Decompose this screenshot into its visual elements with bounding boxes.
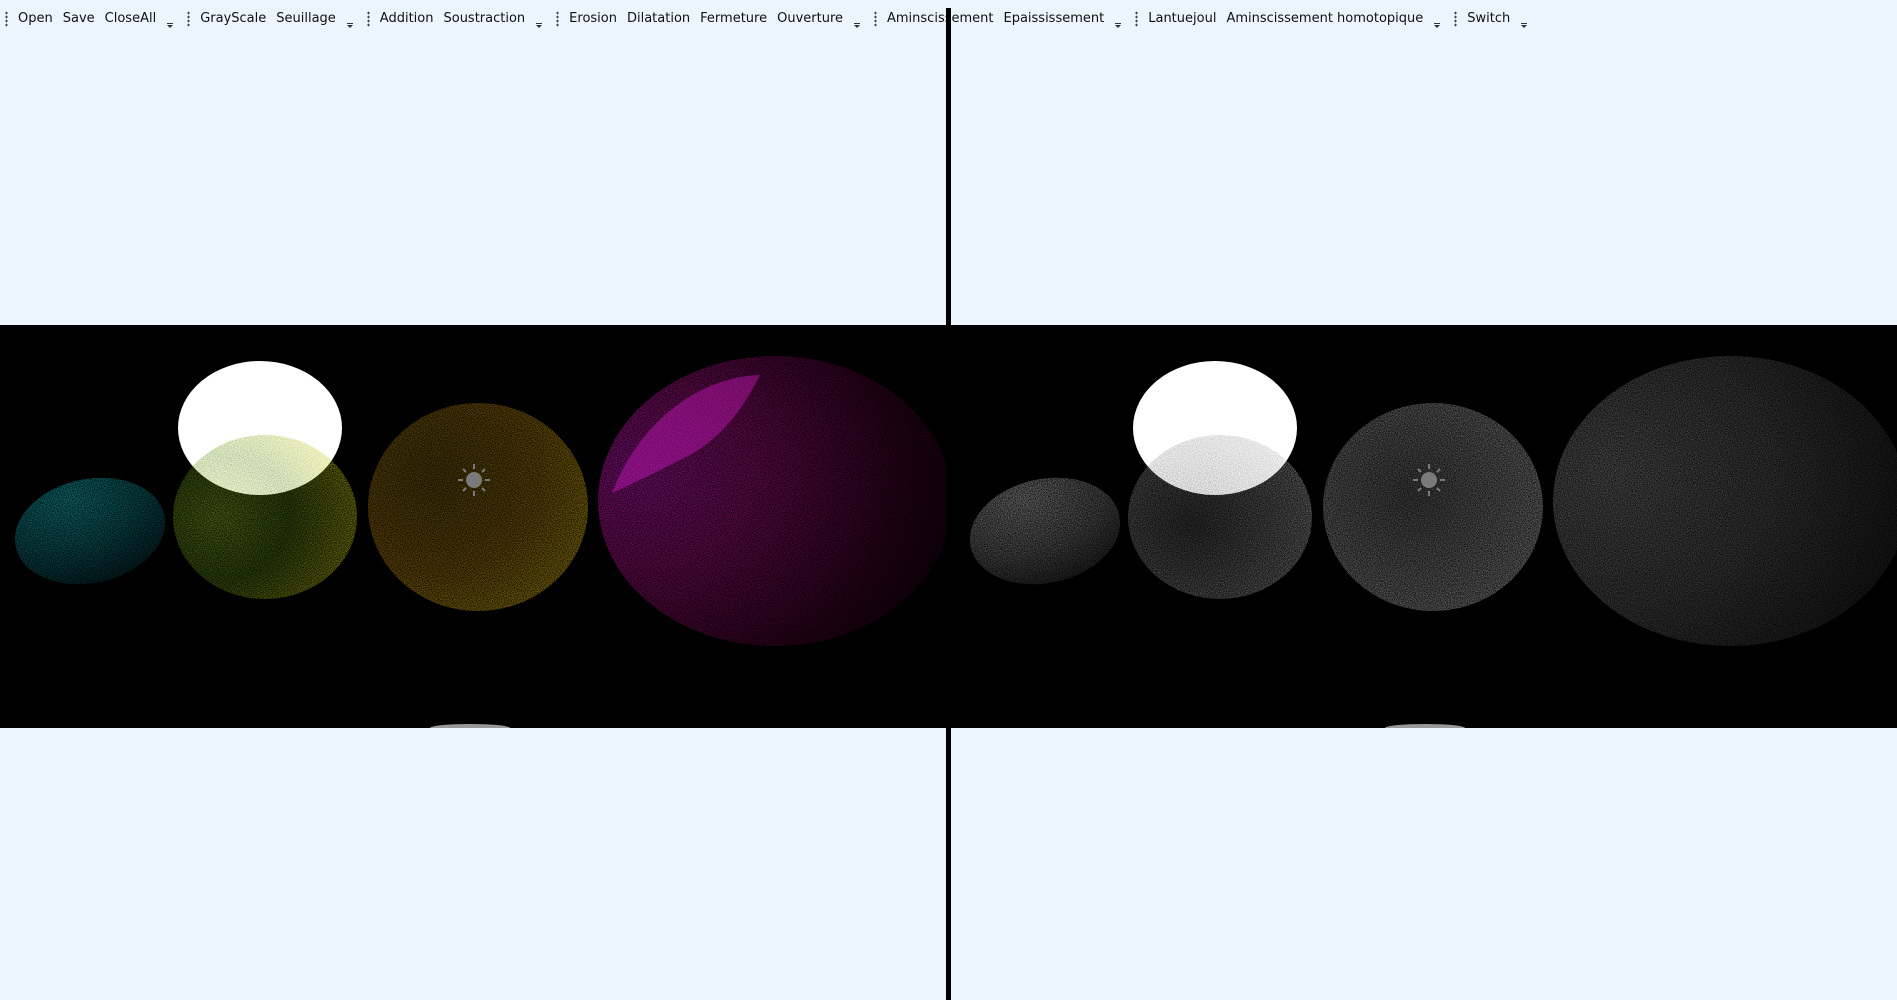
source-image-pane [0,325,946,728]
dilatation-button[interactable]: Dilatation [622,9,695,29]
ouverture-button[interactable]: Ouverture [772,9,848,29]
green-sphere [173,435,357,599]
toolbar-grip-icon[interactable] [873,11,878,27]
cyan-sphere [14,477,166,585]
toolbar-group-morphology: Erosion Dilatation Fermeture Ouverture [551,0,869,38]
toolbar-overflow-icon[interactable] [344,8,356,30]
seuillage-button[interactable]: Seuillage [271,9,341,29]
toolbar-overflow-icon[interactable] [851,8,863,30]
toolbar-overflow-icon[interactable] [164,8,176,30]
close-all-button[interactable]: CloseAll [100,9,162,29]
save-button[interactable]: Save [58,9,100,29]
toolbar-grip-icon[interactable] [1134,11,1140,27]
epaississement-button[interactable]: Epaississement [998,9,1109,29]
magenta-sphere [598,356,946,646]
toolbar-overflow-icon[interactable] [533,8,545,30]
gray-sphere-medium [1128,435,1312,599]
gray-sphere-xlarge [1553,356,1897,646]
toolbar-overflow-icon[interactable] [1112,8,1124,30]
toolbar-group-arithmetic: Addition Soustraction [362,0,551,38]
bottom-reflection [430,724,510,728]
result-image [969,356,1897,728]
toolbar-grip-icon[interactable] [1453,11,1459,27]
aminscissement-button[interactable]: Aminscissement [882,9,998,29]
erosion-button[interactable]: Erosion [564,9,622,29]
toolbar-grip-icon[interactable] [555,11,561,27]
gray-sphere-large [1323,403,1543,611]
toolbar-grip-icon[interactable] [186,11,192,27]
toolbar-group-skeleton: Lantuejoul Aminscissement homotopique [1130,0,1449,38]
lantuejoul-button[interactable]: Lantuejoul [1143,9,1221,29]
switch-button[interactable]: Switch [1462,9,1515,29]
aminscissement-homotopique-button[interactable]: Aminscissement homotopique [1221,9,1428,29]
toolbar-group-file: Open Save CloseAll [0,0,182,38]
fermeture-button[interactable]: Fermeture [695,9,772,29]
addition-button[interactable]: Addition [375,9,439,29]
bottom-reflection [1385,724,1465,728]
gray-sphere-small [969,477,1121,585]
source-image [14,356,946,728]
toolbar-grip-icon[interactable] [365,11,371,27]
toolbar-overflow-icon[interactable] [1431,8,1443,30]
result-image-pane [951,325,1897,728]
soustraction-button[interactable]: Soustraction [438,9,530,29]
orange-sphere [368,403,588,611]
grayscale-button[interactable]: GrayScale [195,9,271,29]
toolbar-overflow-icon[interactable] [1518,8,1530,30]
toolbar-group-view: Switch [1449,0,1536,38]
toolbar-grip-icon[interactable] [4,11,9,27]
open-button[interactable]: Open [13,9,58,29]
toolbar-group-thinning: Aminscissement Epaississement [869,0,1130,38]
toolbar-group-conversion: GrayScale Seuillage [182,0,362,38]
